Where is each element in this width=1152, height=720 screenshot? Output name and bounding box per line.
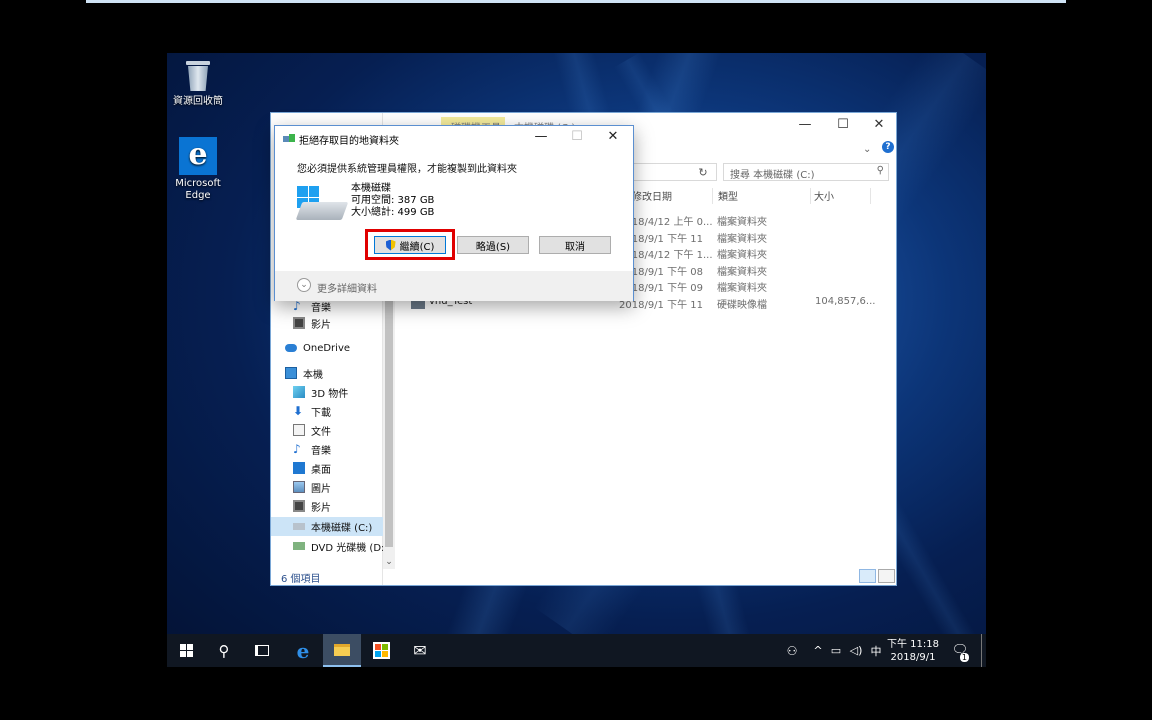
- scrollbar-thumb[interactable]: [385, 273, 393, 547]
- mail-taskbar-button[interactable]: ✉: [401, 634, 439, 667]
- column-header-size[interactable]: 大小: [811, 188, 871, 204]
- expand-details-icon[interactable]: ⌄: [297, 278, 311, 292]
- explorer-taskbar-button[interactable]: [323, 634, 361, 667]
- start-button[interactable]: [167, 634, 205, 667]
- show-hidden-icons-button[interactable]: ^: [809, 634, 827, 667]
- uac-shield-icon: [385, 239, 396, 251]
- maximize-button[interactable]: ☐: [825, 117, 861, 137]
- recycle-bin-icon: [183, 59, 213, 93]
- people-button[interactable]: ⚇: [781, 634, 803, 667]
- hard-drive-icon: [295, 186, 349, 224]
- drive-icon: [293, 522, 305, 530]
- desktop-icon-recycle-bin[interactable]: 資源回收筒: [167, 59, 233, 108]
- top-border-bar: [86, 0, 1066, 3]
- clock[interactable]: 下午 11:18 2018/9/1: [887, 634, 939, 667]
- task-view-button[interactable]: [243, 634, 281, 667]
- music-icon: ♪: [293, 442, 301, 456]
- column-header-type[interactable]: 類型: [715, 188, 811, 204]
- nav-item-downloads[interactable]: ⬇ 下載: [293, 402, 331, 420]
- network-icon: ▭: [830, 644, 842, 657]
- desktop-icon-label: Microsoft Edge: [175, 178, 221, 201]
- people-icon: ⚇: [786, 643, 798, 658]
- nav-item-drive-d[interactable]: DVD 光碟機 (D:): [293, 537, 388, 555]
- minimize-button[interactable]: —: [787, 117, 823, 137]
- computer-icon: [285, 367, 297, 379]
- search-taskbar-button[interactable]: ⚲: [205, 634, 243, 667]
- download-arrow-icon: ⬇: [293, 404, 304, 418]
- scroll-down-arrow[interactable]: ⌄: [383, 557, 395, 569]
- nav-item-onedrive[interactable]: OneDrive: [285, 339, 350, 357]
- cube-icon: [293, 386, 305, 398]
- nav-item-documents[interactable]: 文件: [293, 421, 331, 439]
- store-bag-icon: [372, 642, 390, 659]
- desktop-icon: [293, 462, 305, 474]
- desktop-icon-label: 資源回收筒: [173, 96, 223, 107]
- search-icon: ⚲: [876, 165, 884, 176]
- nav-item-videos[interactable]: 影片: [293, 497, 331, 515]
- dvd-drive-icon: [293, 542, 305, 550]
- drive-free-space: 可用空間: 387 GB: [351, 195, 435, 206]
- nav-scrollbar[interactable]: ⌄: [383, 273, 395, 569]
- notification-count: 1: [959, 653, 969, 662]
- nav-item-3d-objects[interactable]: 3D 物件: [293, 383, 348, 401]
- search-input[interactable]: 搜尋 本機磁碟 (C:): [730, 170, 815, 181]
- search-box[interactable]: 搜尋 本機磁碟 (C:) ⚲: [723, 163, 889, 181]
- cancel-button[interactable]: 取消: [539, 236, 611, 254]
- dialog-maximize-button: ☐: [571, 129, 583, 144]
- show-desktop-divider: [981, 634, 982, 667]
- search-icon: ⚲: [218, 641, 230, 660]
- store-taskbar-button[interactable]: [362, 634, 400, 667]
- close-button[interactable]: ✕: [861, 117, 896, 137]
- nav-item-this-pc[interactable]: 本機: [285, 364, 323, 382]
- music-icon: ♪: [293, 299, 301, 313]
- ribbon-expand-icon[interactable]: ⌄: [863, 144, 871, 155]
- action-center-button[interactable]: 🗨 1: [945, 634, 975, 667]
- dialog-message: 您必須提供系統管理員權限，才能複製到此資料夾: [297, 164, 517, 175]
- windows-logo-icon: [179, 644, 193, 657]
- drive-name: 本機磁碟: [351, 183, 391, 194]
- nav-item-videos-quick[interactable]: 影片: [293, 314, 331, 332]
- edge-taskbar-button[interactable]: e: [284, 634, 322, 667]
- nav-item-drive-c[interactable]: 本機磁碟 (C:): [293, 517, 372, 535]
- video-icon: [293, 500, 305, 512]
- column-header-date[interactable]: 修改日期: [629, 188, 713, 204]
- onedrive-icon: [285, 344, 297, 352]
- dialog-title: 拒絕存取目的地資料夾: [299, 136, 399, 147]
- mail-icon: ✉: [413, 641, 427, 660]
- desktop-icon-edge[interactable]: e Microsoft Edge: [167, 137, 233, 202]
- status-bar-count: 6 個項目: [281, 574, 321, 585]
- nav-item-desktop[interactable]: 桌面: [293, 459, 331, 477]
- video-icon: [293, 317, 305, 329]
- drive-info: 本機磁碟 可用空間: 387 GB 大小總計: 499 GB: [351, 183, 434, 219]
- access-denied-dialog[interactable]: 拒絕存取目的地資料夾 — ☐ ✕ 您必須提供系統管理員權限，才能複製到此資料夾 …: [274, 125, 634, 301]
- network-button[interactable]: ▭: [827, 634, 845, 667]
- speaker-icon: ◁): [849, 644, 863, 657]
- help-icon[interactable]: ?: [882, 141, 894, 153]
- dialog-close-button[interactable]: ✕: [595, 129, 631, 149]
- nav-item-music[interactable]: ♪ 音樂: [293, 440, 331, 458]
- skip-button[interactable]: 略過(S): [457, 236, 529, 254]
- document-icon: [293, 424, 305, 436]
- folder-icon: [334, 643, 350, 656]
- clock-time: 下午 11:18: [887, 638, 939, 650]
- ime-indicator[interactable]: 中: [867, 634, 885, 667]
- taskbar: ⚲ e ✉ ⚇ ^ ▭ ◁) 中 下午 11:18 2018/9/1 🗨 1: [167, 634, 986, 667]
- task-view-icon: [255, 645, 269, 656]
- dialog-minimize-button[interactable]: —: [523, 129, 559, 149]
- more-details-link[interactable]: 更多詳細資料: [317, 280, 377, 295]
- chevron-up-icon: ^: [813, 644, 823, 657]
- edge-icon: e: [296, 638, 310, 663]
- edge-icon: e: [179, 137, 217, 175]
- picture-icon: [293, 481, 305, 493]
- nav-item-pictures[interactable]: 圖片: [293, 478, 331, 496]
- drive-total-size: 大小總計: 499 GB: [351, 207, 435, 218]
- continue-button[interactable]: 繼續(C): [374, 236, 446, 254]
- copy-icon: [283, 134, 295, 144]
- refresh-icon[interactable]: ↻: [689, 163, 717, 181]
- details-view-icon[interactable]: [859, 569, 876, 583]
- large-icons-view-icon[interactable]: [878, 569, 895, 583]
- volume-button[interactable]: ◁): [847, 634, 865, 667]
- clock-date: 2018/9/1: [890, 651, 936, 663]
